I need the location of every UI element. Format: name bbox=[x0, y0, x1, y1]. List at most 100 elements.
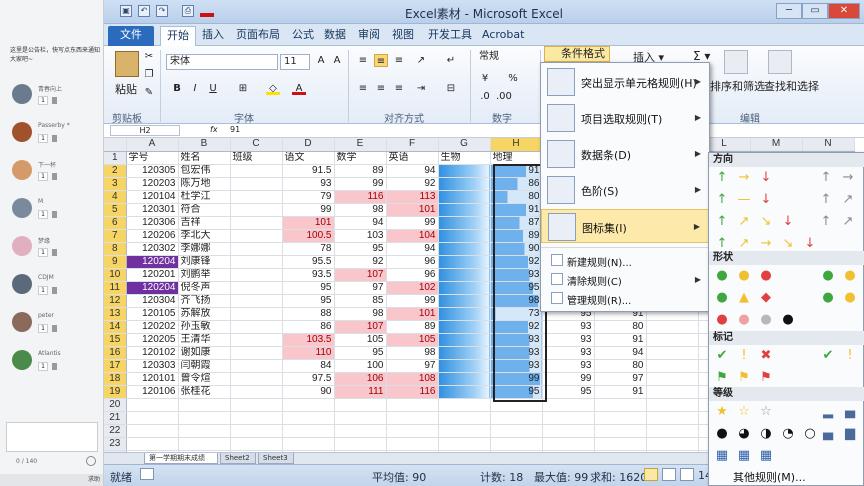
empty-cell[interactable] bbox=[178, 424, 231, 438]
menu-small-item-1[interactable]: 清除规则(C) ▶ bbox=[541, 270, 709, 288]
empty-cell[interactable]: 95 bbox=[542, 385, 595, 399]
chat-user[interactable]: Atlantis 1 bbox=[8, 350, 103, 384]
row-header[interactable]: 21 bbox=[104, 411, 127, 425]
flag-icon[interactable]: ⚑ bbox=[715, 371, 729, 385]
row-header[interactable]: 19 bbox=[104, 385, 127, 399]
arrow-icon[interactable]: → bbox=[737, 171, 751, 185]
arrow-icon[interactable]: ↘ bbox=[781, 237, 795, 251]
shape-icon[interactable]: ● bbox=[715, 313, 729, 327]
arrow-icon[interactable]: ↗ bbox=[737, 215, 751, 229]
mark-icon[interactable]: ✖ bbox=[759, 349, 773, 363]
empty-cell[interactable] bbox=[438, 437, 491, 451]
cell-math[interactable]: 116 bbox=[334, 190, 387, 204]
minimize-button[interactable]: ─ bbox=[776, 3, 802, 19]
cell-english[interactable]: 98 bbox=[386, 346, 439, 360]
cell-id[interactable]: 120106 bbox=[126, 385, 179, 399]
row-header[interactable]: 2 bbox=[104, 164, 127, 178]
cell-english[interactable]: 113 bbox=[386, 190, 439, 204]
empty-cell[interactable]: 91 bbox=[594, 333, 647, 347]
cell-biology[interactable] bbox=[438, 372, 491, 386]
maximize-button[interactable]: ▭ bbox=[802, 3, 828, 19]
empty-cell[interactable]: 93 bbox=[542, 320, 595, 334]
cell-math[interactable]: 100 bbox=[334, 359, 387, 373]
cell-english[interactable]: 102 bbox=[386, 281, 439, 295]
empty-cell[interactable] bbox=[178, 411, 231, 425]
cell-chinese[interactable]: 78 bbox=[282, 242, 335, 256]
empty-cell[interactable] bbox=[282, 411, 335, 425]
shape-icon[interactable]: ● bbox=[843, 291, 857, 305]
empty-cell[interactable] bbox=[386, 398, 439, 412]
shape-icon[interactable]: ● bbox=[737, 269, 751, 283]
quarter-circle-icon[interactable]: ◑ bbox=[759, 427, 773, 441]
cell-english[interactable]: 108 bbox=[386, 372, 439, 386]
menu-item-2[interactable]: 数据条(D) ▶ bbox=[541, 137, 709, 171]
cell-chinese[interactable]: 84 bbox=[282, 359, 335, 373]
cell-math[interactable]: 97 bbox=[334, 281, 387, 295]
delete-icon[interactable] bbox=[52, 249, 57, 256]
empty-cell[interactable] bbox=[490, 424, 543, 438]
row-header[interactable]: 14 bbox=[104, 320, 127, 334]
cell-name[interactable]: 苏解放 bbox=[178, 307, 231, 321]
cell-math[interactable]: 111 bbox=[334, 385, 387, 399]
cell-id[interactable]: 120102 bbox=[126, 346, 179, 360]
cell-biology[interactable] bbox=[438, 346, 491, 360]
mark-icon[interactable]: ! bbox=[843, 349, 857, 363]
cell-class[interactable] bbox=[230, 385, 283, 399]
percent-icon[interactable]: % bbox=[506, 72, 520, 85]
shape-icon[interactable]: ● bbox=[737, 313, 751, 327]
cell-id[interactable]: 120306 bbox=[126, 216, 179, 230]
cell-chinese[interactable]: 97.5 bbox=[282, 372, 335, 386]
menu-item-3[interactable]: 色阶(S) ▶ bbox=[541, 173, 709, 207]
signal-bar-icon[interactable]: ▆ bbox=[843, 427, 857, 441]
decimal-increase-icon[interactable]: .0 bbox=[478, 90, 492, 103]
delete-icon[interactable] bbox=[52, 97, 57, 104]
empty-cell[interactable] bbox=[126, 411, 179, 425]
column-header[interactable]: G bbox=[438, 138, 491, 152]
cell-chinese[interactable]: 101 bbox=[282, 216, 335, 230]
tab-1[interactable]: 开始 bbox=[160, 26, 196, 46]
arrow-icon[interactable]: ↑ bbox=[715, 215, 729, 229]
cell-class[interactable] bbox=[230, 177, 283, 191]
cell-class[interactable] bbox=[230, 359, 283, 373]
cell-biology[interactable] bbox=[438, 294, 491, 308]
arrow-icon[interactable]: ↑ bbox=[715, 237, 729, 251]
sort-filter-icon[interactable] bbox=[724, 50, 748, 74]
arrow-icon[interactable]: ↑ bbox=[715, 171, 729, 185]
cell-id[interactable]: 120201 bbox=[126, 268, 179, 282]
cell-name[interactable]: 孙玉敏 bbox=[178, 320, 231, 334]
fill-color-icon[interactable]: ◇ bbox=[266, 82, 280, 95]
align-middle-icon[interactable]: ≡ bbox=[374, 54, 388, 67]
empty-cell[interactable] bbox=[230, 411, 283, 425]
row-header[interactable]: 22 bbox=[104, 424, 127, 438]
delete-icon[interactable] bbox=[52, 135, 57, 142]
flag-icon[interactable]: ⚑ bbox=[737, 371, 751, 385]
cell-class[interactable] bbox=[230, 242, 283, 256]
chat-user[interactable]: M1 bbox=[8, 198, 103, 232]
row-header[interactable]: 8 bbox=[104, 242, 127, 256]
align-bottom-icon[interactable]: ≡ bbox=[392, 54, 406, 67]
arrow-icon[interactable]: ↓ bbox=[759, 171, 773, 185]
underline-icon[interactable]: U bbox=[206, 82, 220, 95]
column-header[interactable]: N bbox=[802, 138, 855, 152]
empty-cell[interactable] bbox=[646, 437, 699, 451]
shape-icon[interactable]: ▲ bbox=[737, 291, 751, 305]
column-header[interactable]: B bbox=[178, 138, 231, 152]
traffic-light-icon[interactable]: ● bbox=[843, 269, 857, 283]
header-cell[interactable]: 生物 bbox=[438, 151, 491, 165]
empty-cell[interactable]: 93 bbox=[542, 333, 595, 347]
empty-cell[interactable]: 94 bbox=[594, 346, 647, 360]
gray-arrow-icon[interactable]: ↗ bbox=[841, 193, 855, 207]
cell-biology[interactable] bbox=[438, 320, 491, 334]
arrow-icon[interactable]: ↓ bbox=[759, 193, 773, 207]
copy-icon[interactable]: ❐ bbox=[142, 68, 156, 81]
currency-icon[interactable]: ¥ bbox=[478, 72, 492, 85]
empty-cell[interactable] bbox=[230, 398, 283, 412]
cell-chinese[interactable]: 99 bbox=[282, 203, 335, 217]
cell-name[interactable]: 张桂花 bbox=[178, 385, 231, 399]
row-header[interactable]: 11 bbox=[104, 281, 127, 295]
empty-cell[interactable] bbox=[334, 437, 387, 451]
cell-english[interactable]: 89 bbox=[386, 320, 439, 334]
empty-cell[interactable]: 80 bbox=[594, 320, 647, 334]
shape-icon[interactable]: ● bbox=[715, 291, 729, 305]
cell-biology[interactable] bbox=[438, 255, 491, 269]
